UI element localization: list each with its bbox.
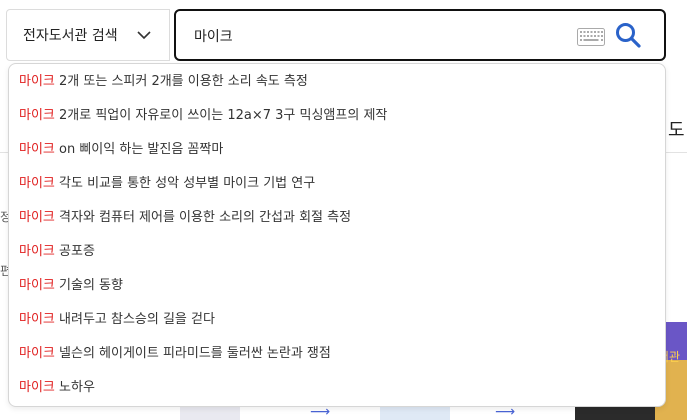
suggestion-text: 2개 또는 스피커 2개를 이용한 소리 속도 측정 xyxy=(54,74,308,89)
search-scope-select[interactable]: 전자도서관 검색 xyxy=(6,9,170,61)
suggestion-item[interactable]: 마이크 공포증 xyxy=(9,235,665,269)
suggestion-text: 격자와 컴퓨터 제어를 이용한 소리의 간섭과 회절 측정 xyxy=(54,210,352,225)
suggestion-text: 기술의 동향 xyxy=(54,278,123,293)
search-icon[interactable] xyxy=(615,22,641,48)
suggestion-highlight: 마이크 xyxy=(19,380,55,395)
suggestion-item[interactable]: 마이크 내려두고 참스승의 길을 걷다 xyxy=(9,303,665,337)
suggestion-text: 노하우 xyxy=(54,380,95,395)
suggestion-item[interactable]: 마이크 기술의 동향 xyxy=(9,269,665,303)
suggestion-item[interactable]: 마이크 노하우 xyxy=(9,371,665,405)
suggestion-text: 공포증 xyxy=(54,244,95,259)
suggestion-text: on 삐이익 하는 발진음 꼼짝마 xyxy=(54,142,224,157)
suggestion-highlight: 마이크 xyxy=(19,312,55,327)
keyboard-icon[interactable] xyxy=(577,28,605,46)
suggestion-item[interactable]: 마이크 on 삐이익 하는 발진음 꼼짝마 xyxy=(9,133,665,167)
suggestion-highlight: 마이크 xyxy=(19,346,55,361)
suggestion-highlight: 마이크 xyxy=(19,74,55,89)
suggestion-text: 내려두고 참스승의 길을 걷다 xyxy=(54,312,215,327)
suggestion-item[interactable]: 마이크 격자와 컴퓨터 제어를 이용한 소리의 간섭과 회절 측정 xyxy=(9,201,665,235)
suggestion-highlight: 마이크 xyxy=(19,108,55,123)
suggestion-highlight: 마이크 xyxy=(19,210,55,225)
suggestion-text: 넬슨의 헤이게이트 피라미드를 둘러싼 논란과 쟁점 xyxy=(54,346,331,361)
suggestion-highlight: 마이크 xyxy=(19,278,55,293)
suggestion-item[interactable]: 마이크 2개 또는 스피커 2개를 이용한 소리 속도 측정 xyxy=(9,65,665,99)
search-input[interactable] xyxy=(194,25,574,47)
suggestion-highlight: 마이크 xyxy=(19,176,55,191)
suggestion-text: 각도 비교를 통한 성악 성부별 마이크 기법 연구 xyxy=(54,176,316,191)
suggestion-item[interactable]: 마이크 넬슨의 헤이게이트 피라미드를 둘러싼 논란과 쟁점 xyxy=(9,337,665,371)
background-section-heading: 도 xyxy=(668,120,685,141)
search-box xyxy=(174,9,666,61)
suggestion-highlight: 마이크 xyxy=(19,142,55,157)
suggestion-item[interactable]: 마이크 각도 비교를 통한 성악 성부별 마이크 기법 연구 xyxy=(9,167,665,201)
search-suggestion-list: 마이크 2개 또는 스피커 2개를 이용한 소리 속도 측정 마이크 2개로 픽… xyxy=(8,63,666,407)
suggestion-text: 2개로 픽업이 자유로이 쓰이는 12a×7 3구 믹싱앰프의 제작 xyxy=(54,108,388,123)
chevron-down-icon xyxy=(137,31,151,40)
search-bar: 전자도서관 검색 xyxy=(6,9,666,61)
suggestion-item[interactable]: 마이크 2개로 픽업이 자유로이 쓰이는 12a×7 3구 믹싱앰프의 제작 xyxy=(9,99,665,133)
search-scope-label: 전자도서관 검색 xyxy=(23,28,118,44)
suggestion-highlight: 마이크 xyxy=(19,244,55,259)
